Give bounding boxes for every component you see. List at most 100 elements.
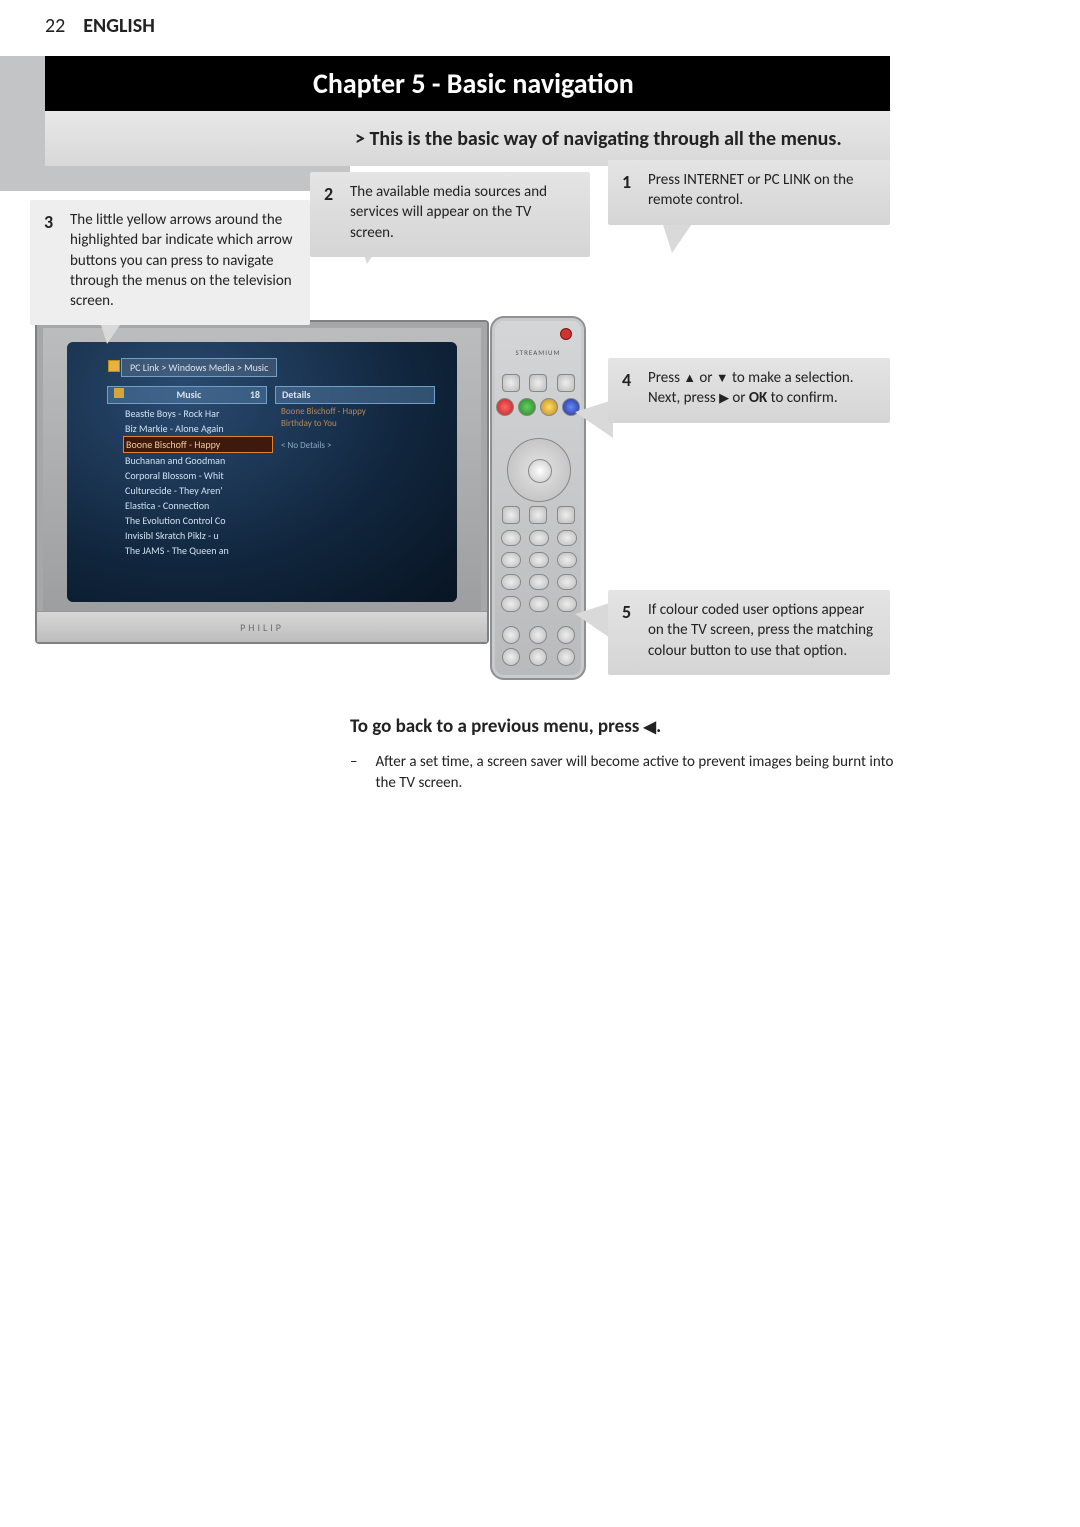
callout-3-text: The little yellow arrows around the high…	[70, 210, 296, 311]
remote-num	[529, 574, 549, 590]
remote-mid-row	[492, 506, 584, 524]
tv-list-header-count: 18	[250, 388, 260, 402]
callout-4-t1a: Press	[648, 369, 683, 387]
tv-music-list: Beastie Boys - Rock HarBiz Markie - Alon…	[123, 406, 273, 558]
tv-list-item: Corporal Blossom - Whit	[123, 468, 273, 483]
go-back-heading: To go back to a previous menu, press ◀.	[350, 715, 910, 738]
remote-num	[501, 552, 521, 568]
go-back-note-text: After a set time, a screen saver will be…	[375, 752, 910, 794]
tv-list-item: Boone Bischoff - Happy	[123, 436, 273, 453]
tv-list-item: The Evolution Control Co	[123, 513, 273, 528]
callout-2-number: 2	[324, 182, 338, 243]
callout-2: 2 The available media sources and servic…	[310, 172, 590, 257]
tv-list-item: Biz Markie - Alone Again	[123, 421, 273, 436]
remote-num	[501, 574, 521, 590]
remote-num	[557, 574, 577, 590]
tv-screen: PC Link > Windows Media > Music Music 18…	[67, 342, 457, 602]
remote-btn	[502, 626, 520, 644]
remote-num	[557, 596, 577, 612]
remote-num	[557, 552, 577, 568]
tv-details-title: Boone Bischoff - Happy	[281, 406, 366, 418]
tv-no-details: < No Details >	[281, 440, 366, 452]
tv-list-item: Beastie Boys - Rock Har	[123, 406, 273, 421]
up-triangle-icon: ▲	[683, 370, 696, 387]
remote-green-button	[518, 398, 536, 416]
tv-details-panel: Boone Bischoff - Happy Birthday to You <…	[281, 406, 366, 452]
remote-btn	[557, 374, 575, 392]
callout-4-text: Press ▲ or ▼ to make a selection. Next, …	[648, 368, 876, 409]
dash-icon: –	[350, 752, 357, 794]
chapter-subtitle: > This is the basic way of navigating th…	[355, 127, 842, 151]
remote-btn	[529, 374, 547, 392]
down-triangle-icon: ▼	[716, 370, 729, 387]
page-header: 22 ENGLISH	[0, 0, 1080, 46]
tv-base-brand: PHILIP	[37, 611, 487, 642]
callout-3: 3 The little yellow arrows around the hi…	[30, 200, 310, 325]
callout-4-t2a: Next, press	[648, 389, 719, 407]
remote-btn	[529, 626, 547, 644]
tv-details-header: Details	[275, 386, 435, 404]
callout-4-number: 4	[622, 368, 636, 409]
callout-4-t1b: or	[696, 369, 716, 387]
remote-num	[529, 552, 549, 568]
chapter-title: Chapter 5 - Basic navigation	[313, 66, 634, 101]
remote-dpad	[507, 438, 571, 502]
callout-4-t1c: to make a selection.	[729, 369, 854, 387]
right-triangle-icon: ▶	[719, 390, 729, 407]
go-back-note: – After a set time, a screen saver will …	[350, 752, 910, 794]
remote-yellow-button	[540, 398, 558, 416]
left-triangle-icon: ◀	[644, 717, 656, 737]
tv-details-sub: Birthday to You	[281, 418, 366, 430]
tv-list-item: Culturecide - They Aren'	[123, 483, 273, 498]
remote-num	[501, 596, 521, 612]
go-back-heading-b: .	[656, 715, 661, 738]
callout-5-number: 5	[622, 600, 636, 661]
page-language: ENGLISH	[83, 14, 155, 38]
callout-1: 1 Press INTERNET or PC LINK on the remot…	[608, 160, 890, 225]
callout-4-ok: OK	[749, 389, 767, 407]
remote-btn	[502, 506, 520, 524]
remote-brand-label: STREAMIUM	[492, 348, 584, 357]
tv-frame: PC Link > Windows Media > Music Music 18…	[35, 320, 489, 644]
remote-btn	[557, 626, 575, 644]
remote-control: STREAMIUM	[490, 316, 586, 680]
chapter-subtitle-bar: > This is the basic way of navigating th…	[45, 111, 890, 166]
callout-1-text: Press INTERNET or PC LINK on the remote …	[648, 170, 876, 211]
remote-num	[501, 530, 521, 546]
remote-num	[557, 530, 577, 546]
go-back-heading-a: To go back to a previous menu, press	[350, 715, 644, 738]
callout-5: 5 If colour coded user options appear on…	[608, 590, 890, 675]
illustration: PC Link > Windows Media > Music Music 18…	[35, 320, 595, 675]
chapter-title-bar: Chapter 5 - Basic navigation	[45, 56, 890, 111]
remote-num	[529, 530, 549, 546]
tv-list-item: Invisibl Skratch Piklz - u	[123, 528, 273, 543]
remote-numpad	[492, 530, 584, 612]
remote-btn	[502, 374, 520, 392]
callout-4-t2b: or	[729, 389, 749, 407]
tv-list-header-label: Music	[177, 388, 202, 402]
remote-bottom-row-2	[492, 648, 584, 666]
remote-btn	[502, 648, 520, 666]
remote-top-row	[492, 374, 584, 392]
go-back-section: To go back to a previous menu, press ◀. …	[350, 715, 910, 794]
callout-2-text: The available media sources and services…	[350, 182, 576, 243]
remote-btn	[557, 648, 575, 666]
tv-list-item: Buchanan and Goodman	[123, 453, 273, 468]
remote-btn	[529, 506, 547, 524]
remote-color-row	[492, 398, 584, 416]
remote-num	[529, 596, 549, 612]
tv-list-item: Elastica - Connection	[123, 498, 273, 513]
callout-5-text: If colour coded user options appear on t…	[648, 600, 876, 661]
callout-1-number: 1	[622, 170, 636, 211]
tv-list-item: The JAMS - The Queen an	[123, 543, 273, 558]
callout-4: 4 Press ▲ or ▼ to make a selection. Next…	[608, 358, 890, 423]
remote-power-led	[560, 328, 572, 340]
tv-breadcrumb: PC Link > Windows Media > Music	[121, 358, 277, 377]
remote-red-button	[496, 398, 514, 416]
remote-btn	[557, 506, 575, 524]
remote-bottom-row-1	[492, 626, 584, 644]
tv-list-header: Music 18	[107, 386, 267, 404]
callout-4-t2c: to confirm.	[767, 389, 837, 407]
callout-3-number: 3	[44, 210, 58, 311]
remote-btn	[529, 648, 547, 666]
